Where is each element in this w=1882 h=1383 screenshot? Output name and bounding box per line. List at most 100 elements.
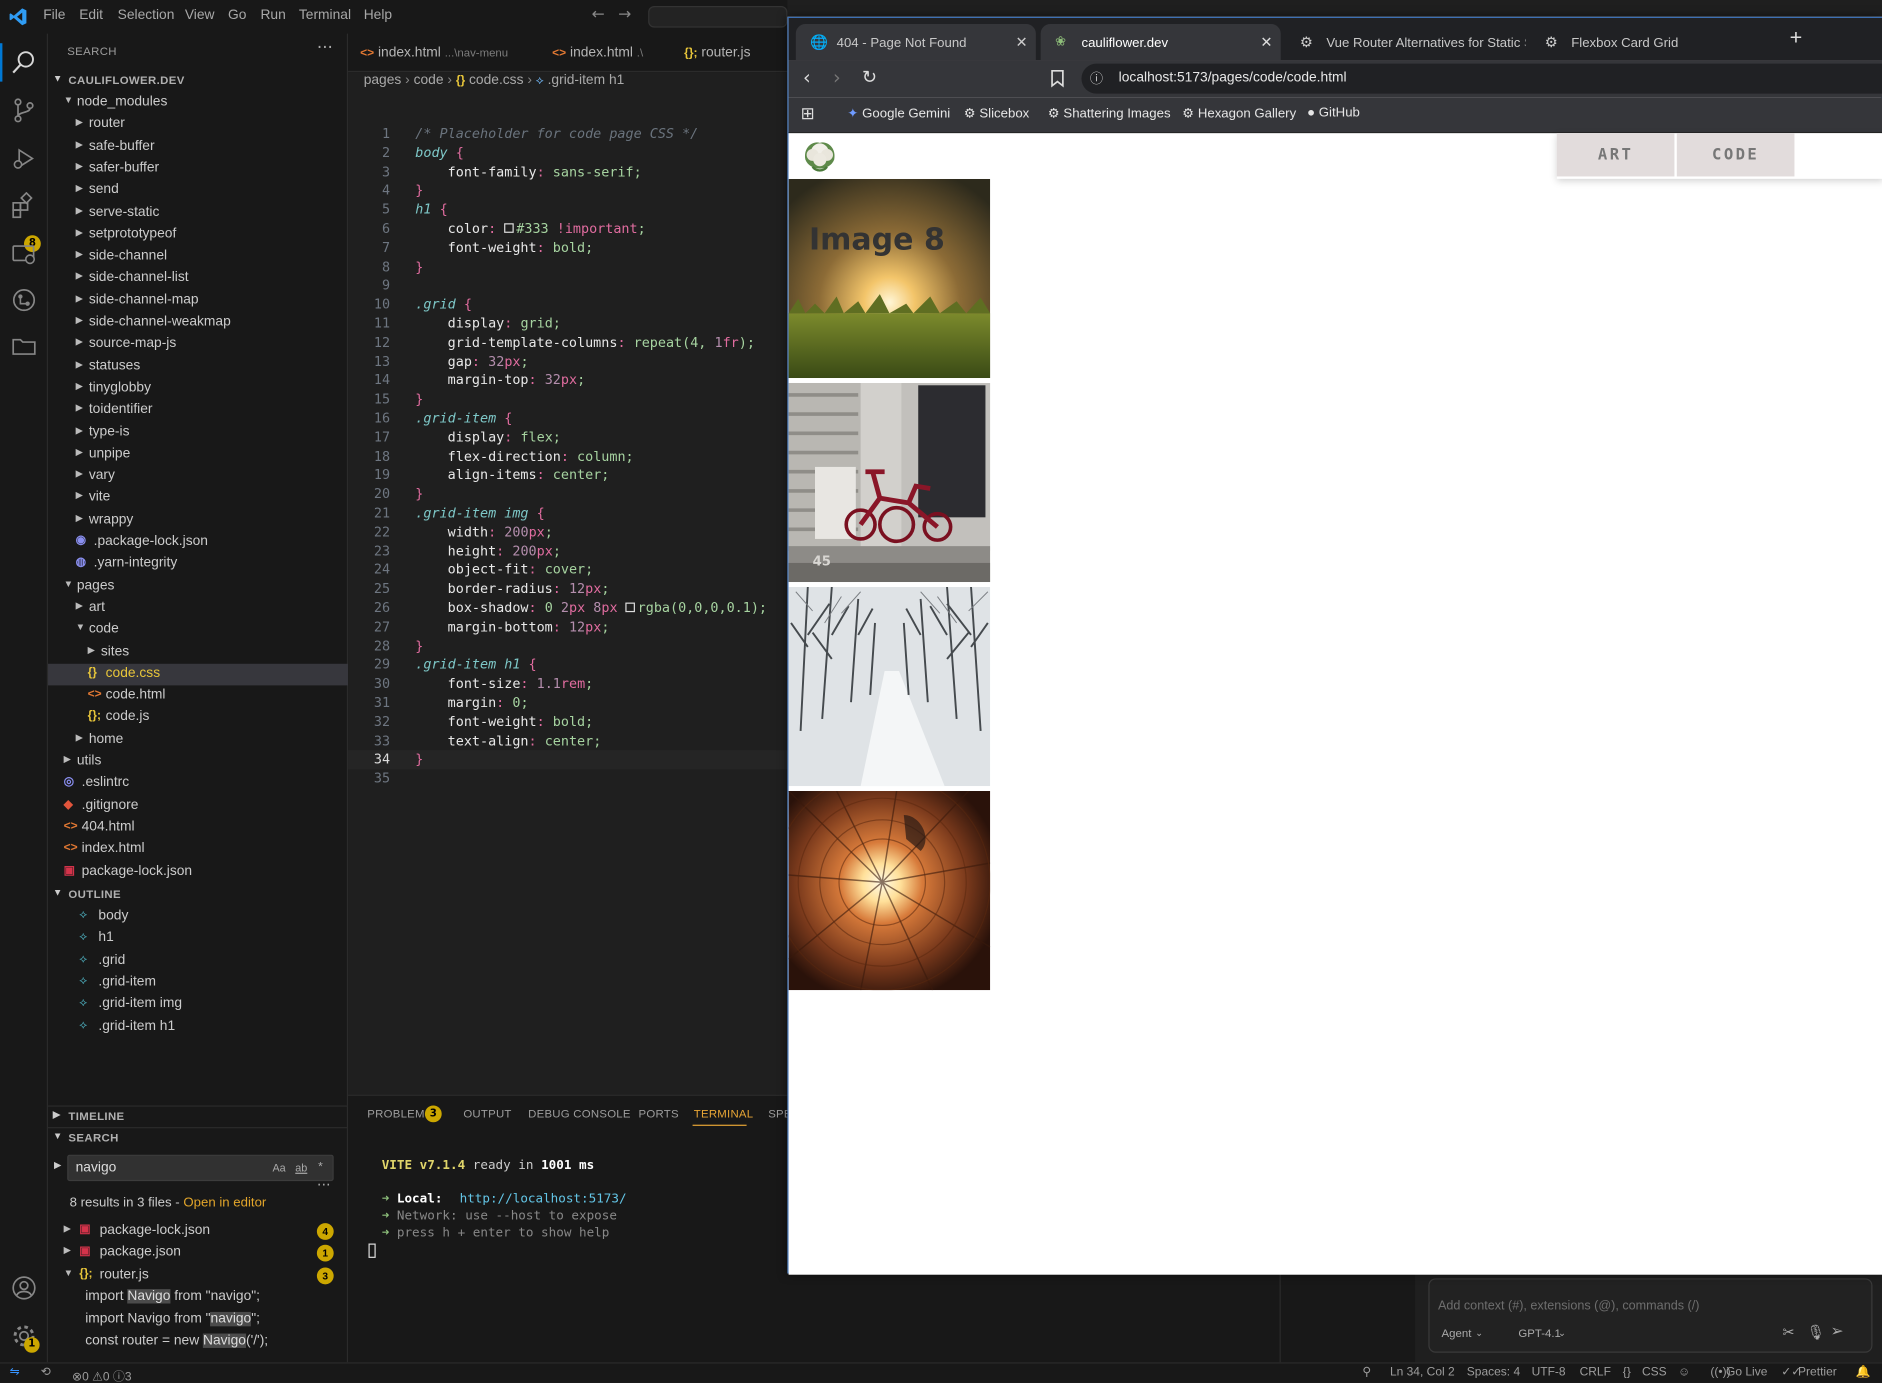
code-line[interactable]: 3 font-family: sans-serif;	[348, 163, 787, 182]
code-line[interactable]: 26 box-shadow: 0 2px 8px rgba(0,0,0,0.1)…	[348, 599, 787, 618]
code-line[interactable]: 18 flex-direction: column;	[348, 447, 787, 466]
nav-code-button[interactable]: CODE	[1676, 133, 1795, 177]
tree-item[interactable]: ◍ .yarn-integrity	[48, 554, 348, 576]
back-icon[interactable]: ‹	[803, 66, 811, 89]
tree-item[interactable]: ▶ unpipe	[48, 444, 348, 466]
code-line[interactable]: 6 color: #333 !important;	[348, 220, 787, 239]
code-line[interactable]: 19 align-items: center;	[348, 466, 787, 485]
code-line[interactable]: 13 gap: 32px;	[348, 352, 787, 371]
outline-item[interactable]: ⟡ h1	[48, 928, 348, 950]
tab-ports[interactable]: PORTS	[639, 1108, 679, 1121]
code-line[interactable]: 9	[348, 277, 787, 296]
code-line[interactable]: 21 .grid-item img {	[348, 504, 787, 523]
menu-view[interactable]: View	[185, 8, 215, 22]
nav-art-button[interactable]: ART	[1556, 133, 1675, 177]
menu-selection[interactable]: Selection	[118, 8, 175, 22]
forward-arrow-icon[interactable]: →	[618, 6, 631, 24]
tab-terminal[interactable]: TERMINAL	[694, 1108, 754, 1121]
code-line[interactable]: 31 margin: 0;	[348, 694, 787, 713]
code-line[interactable]: 14 margin-top: 32px;	[348, 371, 787, 390]
back-arrow-icon[interactable]: ←	[592, 6, 605, 24]
bookmark-slicebox[interactable]: ⚙ Slicebox	[964, 106, 1029, 121]
menu-file[interactable]: File	[43, 8, 65, 22]
browser-tab-cauliflower[interactable]: ❀ cauliflower.dev ✕	[1040, 24, 1281, 61]
chat-input[interactable]: Add context (#), extensions (@), command…	[1438, 1299, 1699, 1313]
menu-terminal[interactable]: Terminal	[299, 8, 351, 22]
run-debug-icon[interactable]	[10, 144, 39, 173]
code-line[interactable]: 27 margin-bottom: 12px;	[348, 618, 787, 637]
search-match[interactable]: import Navigo from "navigo";	[48, 1287, 348, 1309]
code-line[interactable]: 32 font-weight: bold;	[348, 713, 787, 732]
browser-tab-404[interactable]: 🌐 404 - Page Not Found ✕	[795, 24, 1036, 61]
code-line[interactable]: 24 object-fit: cover;	[348, 561, 787, 580]
bookmark-shattering-images[interactable]: ⚙ Shattering Images	[1048, 106, 1171, 121]
explorer-root-header[interactable]: ▼ CAULIFLOWER.DEV	[48, 71, 348, 93]
regex-toggle[interactable]: *	[318, 1161, 323, 1174]
search-result-file[interactable]: ▶ ▣ package.json 1	[48, 1243, 348, 1265]
menu-edit[interactable]: Edit	[79, 8, 103, 22]
tree-item[interactable]: ▶ statuses	[48, 356, 348, 378]
site-info-icon[interactable]: ⓘ	[1090, 68, 1103, 87]
browser-tab-vue-router[interactable]: ⚙ Vue Router Alternatives for Static Sit…	[1286, 24, 1526, 60]
timeline-header[interactable]: ▶ TIMELINE	[48, 1105, 349, 1127]
tree-item[interactable]: ▶ side-channel-weakmap	[48, 312, 348, 334]
folder-icon[interactable]	[10, 331, 39, 360]
bookmark-github[interactable]: ● GitHub	[1307, 106, 1360, 120]
close-tab-icon[interactable]: ✕	[1260, 34, 1272, 51]
tree-item[interactable]: ▶ vary	[48, 466, 348, 488]
chat-input-box[interactable]: Add context (#), extensions (@), command…	[1428, 1278, 1873, 1353]
code-line[interactable]: 12 grid-template-columns: repeat(4, 1fr)…	[348, 333, 787, 352]
reload-icon[interactable]: ↻	[862, 66, 877, 88]
terminal-output[interactable]: VITE v7.1.4 ready in 1001 ms ➜ Local: ht…	[382, 1158, 627, 1242]
tree-item[interactable]: <> code.html	[48, 685, 348, 707]
forward-icon[interactable]: ›	[833, 66, 841, 89]
tree-item[interactable]: {} code.css	[48, 663, 349, 686]
code-line[interactable]: 28}	[348, 637, 787, 656]
outline-item[interactable]: ⟡ body	[48, 906, 348, 928]
outline-item[interactable]: ⟡ .grid-item img	[48, 994, 348, 1016]
tree-item[interactable]: ▶ sites	[48, 642, 348, 664]
source-control-icon[interactable]	[10, 96, 39, 125]
model-dropdown[interactable]: GPT-4.1	[1518, 1328, 1560, 1341]
code-line[interactable]: 22 width: 200px;	[348, 523, 787, 542]
menu-run[interactable]: Run	[260, 8, 285, 22]
search-icon[interactable]	[10, 48, 39, 77]
code-line[interactable]: 11 display: grid;	[348, 314, 787, 333]
grid-image-sunset[interactable]: Image 8	[788, 178, 991, 379]
search-details-icon[interactable]: ···	[317, 1176, 331, 1193]
search-match[interactable]: const router = new Navigo('/');	[48, 1331, 348, 1353]
tree-item[interactable]: ▶ type-is	[48, 422, 348, 444]
tree-item[interactable]: ▶ serve-static	[48, 202, 348, 224]
tree-item[interactable]: ▶ safe-buffer	[48, 136, 348, 158]
problems-status[interactable]: ⊗0 ⚠0 ⓘ3	[72, 1366, 132, 1383]
code-line[interactable]: 25 border-radius: 12px;	[348, 580, 787, 599]
cursor-position[interactable]: Ln 34, Col 2	[1390, 1366, 1455, 1379]
tree-item[interactable]: ◉ .package-lock.json	[48, 532, 348, 554]
tree-item[interactable]: ▶ safer-buffer	[48, 158, 348, 180]
code-line[interactable]: 1 /* Placeholder for code page CSS */	[348, 125, 787, 144]
code-line[interactable]: 4}	[348, 182, 787, 201]
search-match[interactable]: import Navigo from "navigo";	[48, 1309, 348, 1331]
address-bar[interactable]: ⓘ localhost:5173/pages/code/code.html	[1081, 63, 1882, 94]
close-tab-icon[interactable]: ✕	[1015, 34, 1027, 51]
whole-word-toggle[interactable]: ab	[295, 1162, 307, 1174]
code-line[interactable]: 35	[348, 770, 787, 789]
notifications-bell-icon[interactable]: 🔔	[1856, 1366, 1871, 1379]
command-center-search[interactable]	[648, 6, 788, 28]
code-line[interactable]: 20}	[348, 485, 787, 504]
search-input-box[interactable]: navigo Aa ab *	[67, 1154, 334, 1182]
more-actions-icon[interactable]: ···	[317, 38, 333, 57]
extensions-icon[interactable]	[10, 192, 39, 221]
menu-go[interactable]: Go	[228, 8, 246, 22]
tree-item[interactable]: ◆ .gitignore	[48, 795, 348, 817]
tab-output[interactable]: OUTPUT	[463, 1108, 511, 1121]
tree-item[interactable]: ▶ send	[48, 180, 348, 202]
tree-item[interactable]: ▼ node_modules	[48, 92, 348, 114]
remote-indicator-icon[interactable]: ⇋	[10, 1366, 20, 1379]
language-mode[interactable]: CSS	[1642, 1366, 1667, 1379]
search-result-file[interactable]: ▼ {}; router.js 3	[48, 1265, 348, 1287]
outline-item[interactable]: ⟡ .grid-item h1	[48, 1016, 348, 1038]
tree-item[interactable]: <> 404.html	[48, 817, 348, 839]
indentation[interactable]: Spaces: 4	[1467, 1366, 1520, 1379]
tree-item[interactable]: ▶ side-channel	[48, 246, 348, 268]
